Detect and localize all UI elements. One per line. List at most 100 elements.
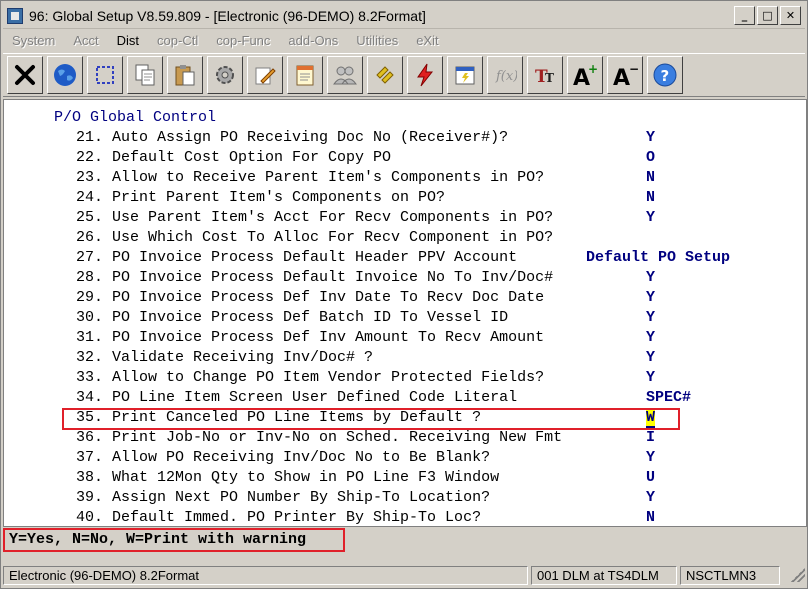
settings-button[interactable] (207, 56, 243, 94)
row-question: 30. PO Invoice Process Def Batch ID To V… (76, 309, 509, 326)
form-area: P/O Global Control 21. Auto Assign PO Re… (3, 99, 807, 527)
status-terminal: NSCTLMN3 (680, 565, 780, 585)
link-chain-icon (376, 66, 394, 84)
menu-dist[interactable]: Dist (108, 33, 148, 48)
edit-button[interactable] (247, 56, 283, 94)
link-button[interactable] (367, 56, 403, 94)
minimize-button[interactable]: _ (734, 6, 755, 25)
users-icon (333, 66, 357, 85)
form-row: 33. Allow to Change PO Item Vendor Prote… (76, 369, 796, 389)
users-button[interactable] (327, 56, 363, 94)
status-company: Electronic (96-DEMO) 8.2Format (3, 565, 528, 585)
form-row: 37. Allow PO Receiving Inv/Doc No to Be … (76, 449, 796, 469)
svg-text:f(x): f(x) (495, 69, 517, 84)
row-value-field[interactable]: O (646, 149, 655, 166)
status-user: 001 DLM at TS4DLM (531, 565, 677, 585)
form-row: 40. Default Immed. PO Printer By Ship-To… (76, 509, 796, 529)
form-row: 31. PO Invoice Process Def Inv Amount To… (76, 329, 796, 349)
row-question: 34. PO Line Item Screen User Defined Cod… (76, 389, 518, 406)
form-row: 28. PO Invoice Process Default Invoice N… (76, 269, 796, 289)
menu-bar: System Acct Dist cop-Ctl cop-Func add-On… (3, 30, 805, 50)
form-row: 34. PO Line Item Screen User Defined Cod… (76, 389, 796, 409)
hint-bar: Y=Yes, N=No, W=Print with warning (3, 528, 807, 554)
row-value-field[interactable]: Y (646, 309, 655, 326)
svg-text:?: ? (661, 67, 670, 85)
row-value-field[interactable]: Y (646, 289, 655, 306)
calendar-button[interactable] (447, 56, 483, 94)
function-button[interactable]: f(x) (487, 56, 523, 94)
row-question: 40. Default Immed. PO Printer By Ship-To… (76, 509, 482, 526)
notepad-button[interactable] (287, 56, 323, 94)
font-button[interactable]: TT (527, 56, 563, 94)
form-row: 36. Print Job-No or Inv-No on Sched. Rec… (76, 429, 796, 449)
form-row: 29. PO Invoice Process Def Inv Date To R… (76, 289, 796, 309)
row-question: 31. PO Invoice Process Def Inv Amount To… (76, 329, 545, 346)
menu-add-ons[interactable]: add-Ons (279, 33, 347, 48)
resize-grip[interactable] (791, 568, 805, 582)
globe-button[interactable] (47, 56, 83, 94)
row-value-field[interactable]: Y (646, 369, 655, 386)
close-x-icon (15, 65, 35, 85)
row-value-field[interactable]: Y (646, 449, 655, 466)
row-value-field[interactable]: I (646, 429, 655, 446)
app-window: 96: Global Setup V8.59.809 - [Electronic… (0, 0, 808, 589)
row-question: 26. Use Which Cost To Alloc For Recv Com… (76, 229, 554, 246)
globe-icon (54, 64, 76, 86)
form-row: 39. Assign Next PO Number By Ship-To Loc… (76, 489, 796, 509)
row-question: 33. Allow to Change PO Item Vendor Prote… (76, 369, 545, 386)
row-question: 32. Validate Receiving Inv/Doc# ? (76, 349, 374, 366)
row-value-field[interactable]: Y (646, 269, 655, 286)
paste-icon (175, 65, 195, 86)
status-bar: Electronic (96-DEMO) 8.2Format 001 DLM a… (3, 564, 807, 586)
form-row: 25. Use Parent Item's Acct For Recv Comp… (76, 209, 796, 229)
row-question: 22. Default Cost Option For Copy PO (76, 149, 392, 166)
font-increase-icon: A+ (573, 62, 598, 88)
lightning-button[interactable] (407, 56, 443, 94)
form-row: 23. Allow to Receive Parent Item's Compo… (76, 169, 796, 189)
row-question: 28. PO Invoice Process Default Invoice N… (76, 269, 554, 286)
menu-acct[interactable]: Acct (64, 33, 107, 48)
edit-pencil-icon (255, 67, 276, 85)
input-hint: Y=Yes, N=No, W=Print with warning (3, 528, 345, 552)
menu-cop-func[interactable]: cop-Func (207, 33, 279, 48)
row-value-field[interactable]: Y (646, 329, 655, 346)
calendar-icon (455, 66, 475, 85)
form-row: 27. PO Invoice Process Default Header PP… (76, 249, 796, 269)
form-row: 38. What 12Mon Qty to Show in PO Line F3… (76, 469, 796, 489)
paste-button[interactable] (167, 56, 203, 94)
menu-utilities[interactable]: Utilities (347, 33, 407, 48)
svg-text:−: − (629, 62, 638, 76)
svg-text:A: A (613, 66, 630, 88)
close-button[interactable]: ✕ (780, 6, 801, 25)
row-value-field[interactable]: Y (646, 129, 655, 146)
svg-text:+: + (588, 62, 598, 76)
select-box-button[interactable] (87, 56, 123, 94)
form-row: 24. Print Parent Item's Components on PO… (76, 189, 796, 209)
font-tt-icon: TT (535, 67, 554, 87)
settings-gear-icon (216, 66, 234, 84)
row-value-field[interactable]: U (646, 469, 655, 486)
font-decrease-button[interactable]: A − (607, 56, 643, 94)
font-increase-button[interactable]: A + (567, 56, 603, 94)
copy-button[interactable] (127, 56, 163, 94)
section-title: P/O Global Control (54, 109, 217, 126)
close-x-button[interactable] (7, 56, 43, 94)
row-value-field[interactable]: N (646, 169, 655, 186)
row-question: 38. What 12Mon Qty to Show in PO Line F3… (76, 469, 500, 486)
title-bar: 96: Global Setup V8.59.809 - [Electronic… (3, 3, 805, 29)
maximize-button[interactable]: □ (757, 6, 778, 25)
row-question: 36. Print Job-No or Inv-No on Sched. Rec… (76, 429, 563, 446)
menu-system[interactable]: System (3, 33, 64, 48)
row-value-field[interactable]: N (646, 189, 655, 206)
row-question: 29. PO Invoice Process Def Inv Date To R… (76, 289, 545, 306)
row-value-field[interactable]: SPEC# (646, 389, 691, 406)
row-value-field[interactable]: Y (646, 489, 655, 506)
form-row: 26. Use Which Cost To Alloc For Recv Com… (76, 229, 796, 249)
row-value-field[interactable]: Y (646, 209, 655, 226)
row-value-field[interactable]: Y (646, 349, 655, 366)
help-button[interactable]: ? (647, 56, 683, 94)
menu-exit[interactable]: eXit (407, 33, 447, 48)
font-decrease-icon: A− (613, 62, 638, 88)
menu-cop-ctl[interactable]: cop-Ctl (148, 33, 207, 48)
row-value-field[interactable]: N (646, 509, 655, 526)
